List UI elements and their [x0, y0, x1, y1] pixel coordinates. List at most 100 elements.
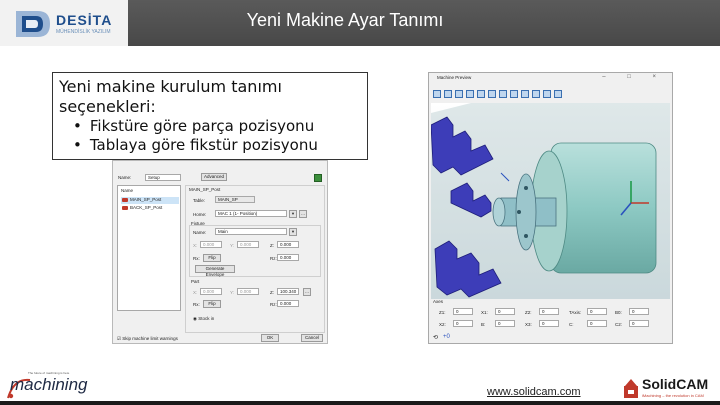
imachining-logo-text: machining — [10, 375, 88, 394]
stock-in-label: Stock in — [198, 316, 215, 321]
spindle-icon — [122, 198, 128, 202]
tree-item-label: MAIN_SP_Post — [130, 197, 162, 202]
axis-label: B0: — [615, 310, 622, 315]
solidcam-logo-text: SolidCAM — [642, 376, 709, 392]
cube-icon[interactable] — [455, 90, 463, 98]
fixture-dropdown-button[interactable]: ▾ — [289, 228, 297, 236]
part-y-label: Y: — [230, 290, 235, 295]
axis-b-input[interactable]: 0 — [495, 320, 515, 327]
spindle-icon — [122, 206, 128, 210]
view-icon[interactable] — [444, 90, 452, 98]
light-icon[interactable] — [554, 90, 562, 98]
part-z-input[interactable]: 100.340 — [277, 288, 299, 295]
part-rx-label: Rx: — [193, 302, 200, 307]
fixture-x-label: X: — [193, 243, 198, 248]
bottom-readout: +0 — [443, 334, 450, 340]
fixture-y-label: Y: — [230, 243, 235, 248]
setup-name-input[interactable]: Setup — [145, 174, 181, 181]
name-label: Name: — [118, 175, 132, 180]
callout-bullet: Fikstüre göre parça pozisyonu — [73, 117, 361, 136]
part-rz-input[interactable]: 0.000 — [277, 300, 299, 307]
fixture-rz-label: Rz: — [270, 256, 277, 261]
settings-icon[interactable] — [543, 90, 551, 98]
fixture-name-select[interactable]: Main — [215, 228, 287, 235]
axes-title: Axes — [433, 299, 444, 304]
setup-tree: Name MAIN_SP_Post BACK_SP_Post — [117, 185, 181, 311]
rotate-icon[interactable] — [532, 90, 540, 98]
skip-warnings-checkbox[interactable]: ☑ Skip machine limit warnings — [117, 336, 178, 342]
folder-icon[interactable] — [433, 90, 441, 98]
view-front-icon[interactable] — [466, 90, 474, 98]
header-bar: DESİTA MÜHENDİSLİK YAZILIM Yeni Makine A… — [0, 0, 720, 46]
axis-label: Z1: — [439, 310, 446, 315]
axis-z1-input[interactable]: 0 — [453, 308, 473, 315]
part-x-label: X: — [193, 290, 198, 295]
advanced-button[interactable]: Advanced — [201, 173, 227, 181]
home-label: Home: — [193, 212, 207, 217]
view-top-icon[interactable] — [477, 90, 485, 98]
fixture-z-input[interactable]: 0.000 — [277, 241, 299, 248]
tree-item-label: BACK_SP_Post — [130, 205, 163, 210]
axis-label: C: — [569, 322, 574, 327]
solidcam-link[interactable]: www.solidcam.com — [487, 386, 581, 398]
callout-heading: Yeni makine kurulum tanımı seçenekleri: — [59, 77, 282, 116]
axis-label: TAxis: — [569, 310, 582, 315]
ok-button[interactable]: OK — [261, 334, 279, 342]
setup-dialog: Name: Setup Advanced Name MAIN_SP_Post B… — [112, 160, 328, 344]
axis-c2-input[interactable]: 0 — [629, 320, 649, 327]
solidcam-tagline: iMachining – the revolution in CAM — [642, 393, 704, 398]
preview-title: Machine Preview — [437, 75, 472, 80]
axis-label: X3: — [525, 322, 532, 327]
table-select[interactable]: MAIN_SP — [215, 196, 255, 203]
fixture-rz-input[interactable]: 0.000 — [277, 254, 299, 261]
axis-x1-input[interactable]: 0 — [495, 308, 515, 315]
tree-item-main[interactable]: MAIN_SP_Post — [121, 197, 179, 204]
home-select[interactable]: MAC 1 (1- Position) — [215, 210, 287, 217]
axis-label: B: — [481, 322, 486, 327]
solidcam-logo-icon — [624, 379, 638, 398]
fixture-z-label: Z: — [270, 243, 274, 248]
zoom-icon[interactable] — [510, 90, 518, 98]
home-dropdown-button[interactable]: ▾ — [289, 210, 297, 218]
view-iso-icon[interactable] — [499, 90, 507, 98]
fixture-x-input[interactable]: 0.000 — [200, 241, 222, 248]
fixture-name-label: Name: — [193, 230, 207, 235]
part-x-input[interactable]: 0.000 — [200, 288, 222, 295]
part-title: Part — [191, 279, 200, 284]
axis-b0-input[interactable]: 0 — [629, 308, 649, 315]
axis-label: Z2: — [525, 310, 532, 315]
fixture-y-input[interactable]: 0.000 — [237, 241, 259, 248]
part-flip-button[interactable]: Flip — [203, 300, 221, 308]
axis-c-input[interactable]: 0 — [587, 320, 607, 327]
part-y-input[interactable]: 0.000 — [237, 288, 259, 295]
axis-x3-input[interactable]: 0 — [539, 320, 559, 327]
desita-logo-subtitle: MÜHENDİSLİK YAZILIM — [56, 29, 111, 35]
view-right-icon[interactable] — [488, 90, 496, 98]
desita-logo: DESİTA MÜHENDİSLİK YAZILIM — [0, 0, 128, 46]
tree-item-back[interactable]: BACK_SP_Post — [121, 205, 179, 212]
callout-bullet-list: Fikstüre göre parça pozisyonu Tablaya gö… — [59, 117, 361, 155]
green-check-icon[interactable] — [314, 174, 322, 182]
home-options-button[interactable]: … — [299, 210, 307, 218]
reset-icon[interactable]: ⟲ — [433, 334, 438, 341]
setup-options-callout: Yeni makine kurulum tanımı seçenekleri: … — [52, 72, 368, 160]
pan-icon[interactable] — [521, 90, 529, 98]
part-pick-button[interactable]: … — [303, 288, 311, 296]
machine-3d-view[interactable] — [431, 103, 670, 299]
page-title: Yeni Makine Ayar Tanımı — [246, 10, 444, 30]
stock-in-radio[interactable]: ◉ Stock in — [193, 316, 214, 322]
fixture-flip-button[interactable]: Flip — [203, 254, 221, 262]
axis-label: X2: — [439, 322, 446, 327]
axis-x2-input[interactable]: 0 — [453, 320, 473, 327]
preview-toolbar — [433, 90, 562, 98]
axis-z2-input[interactable]: 0 — [539, 308, 559, 315]
tree-header: Name — [121, 188, 134, 193]
axis-taxis-input[interactable]: 0 — [587, 308, 607, 315]
window-controls[interactable]: – □ × — [602, 74, 666, 80]
footer-divider — [0, 401, 720, 405]
generate-envelope-button[interactable]: Generate Envelope — [195, 265, 235, 277]
axis-label: X1: — [481, 310, 488, 315]
cancel-button[interactable]: Cancel — [301, 334, 323, 342]
axis-label: C2: — [615, 322, 623, 327]
part-rz-label: Rz: — [270, 302, 277, 307]
